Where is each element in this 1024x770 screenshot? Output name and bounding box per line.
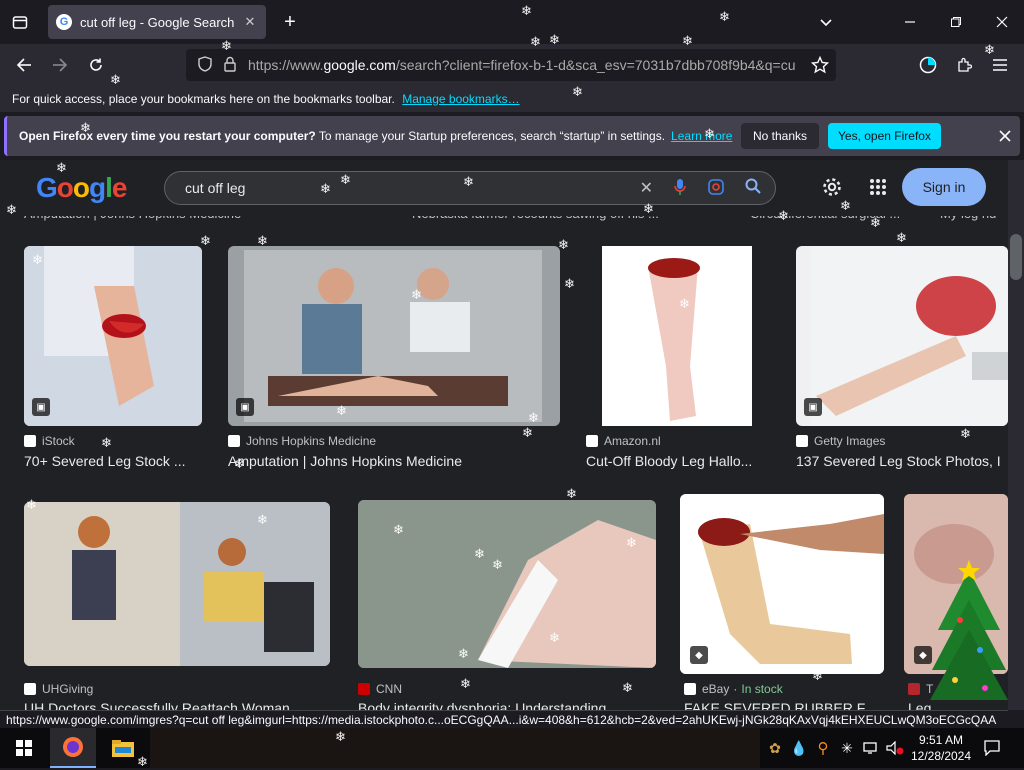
result-image-2[interactable]: ▣ [228,246,560,426]
settings-gear-icon[interactable] [818,173,846,201]
search-tray-icon[interactable]: ⚲ [812,728,834,768]
bookmarks-toolbar: For quick access, place your bookmarks h… [0,86,1024,112]
search-icon[interactable] [745,178,761,201]
tab-title: cut off leg - Google Search [80,14,235,30]
google-results-page: Amputation | Johns Hopkins Medicine Nebr… [0,160,1008,710]
learn-more-link[interactable]: Learn more [671,129,732,143]
close-tab-icon[interactable]: ✕ [242,14,258,30]
voice-search-icon[interactable] [673,178,687,201]
result-favicon-icon [908,683,920,695]
minimize-icon[interactable] [896,8,924,36]
uhgiving-favicon-icon [24,683,36,695]
bookmark-star-icon[interactable] [806,51,834,79]
clear-search-icon[interactable]: ✕ [640,178,653,201]
lens-search-icon[interactable] [707,178,725,201]
search-query: cut off leg [185,180,246,196]
network-icon[interactable] [860,728,882,768]
status-url-overlay: https://www.google.com/imgres?q=cut off … [0,710,1008,728]
result-title-7[interactable]: FAKE SEVERED RUBBER F... [684,700,884,710]
close-window-icon[interactable] [988,8,1016,36]
extensions-icon[interactable] [950,51,978,79]
file-explorer-icon[interactable] [100,728,146,768]
result-image-6[interactable] [358,500,656,668]
sign-in-button[interactable]: Sign in [902,168,986,206]
image-badge-icon: ▣ [236,398,254,416]
start-windows-icon[interactable] [0,728,48,768]
list-tabs-icon[interactable] [812,8,840,36]
result-title-3[interactable]: Cut-Off Bloody Leg Hallo... [586,453,766,469]
brightness-icon[interactable]: ✳ [836,728,858,768]
firefox-view-icon[interactable] [914,51,942,79]
yes-open-firefox-button[interactable]: Yes, open Firefox [828,123,941,149]
system-clock[interactable]: 9:51 AM 12/28/2024 [908,732,974,764]
ebay-favicon-icon [684,683,696,695]
taskbar-empty-area [150,728,760,768]
apps-grid-icon[interactable] [864,173,892,201]
water-drop-icon[interactable]: 💧 [788,728,810,768]
google-header: Google cut off leg ✕ Sign in [0,160,1008,216]
result-image-7[interactable]: ◆ [680,494,884,674]
no-thanks-button[interactable]: No thanks [741,123,819,149]
tab-overview-icon[interactable] [6,8,34,36]
result-source-7: eBay · In stock [684,682,783,696]
bookmarks-hint: For quick access, place your bookmarks h… [12,92,395,106]
result-image-4[interactable]: ▣ [796,246,1008,426]
menu-icon[interactable] [986,51,1014,79]
reload-icon[interactable] [82,51,110,79]
notification-message: Open Firefox every time you restart your… [19,129,666,143]
default-browser-notification: Open Firefox every time you restart your… [4,116,1020,156]
shield-icon[interactable] [198,55,212,75]
tab-strip: G cut off leg - Google Search ✕ + [0,0,1024,44]
restore-icon[interactable] [942,8,970,36]
tab-active[interactable]: G cut off leg - Google Search ✕ [48,5,266,39]
search-input[interactable]: cut off leg ✕ [164,171,776,205]
close-notification-icon[interactable] [991,122,1019,150]
forward-icon[interactable] [46,51,74,79]
google-favicon-icon: G [56,14,72,30]
result-title-4[interactable]: 137 Severed Leg Stock Photos, I [796,453,1008,469]
result-title-2[interactable]: Amputation | Johns Hopkins Medicine [228,453,558,469]
cnn-favicon-icon [358,683,370,695]
new-tab-icon[interactable]: + [276,8,304,36]
volume-muted-icon[interactable] [884,728,906,768]
shopping-tag-icon: ◆ [690,646,708,664]
in-stock-label: In stock [741,682,783,696]
notification-center-icon[interactable] [980,728,1004,768]
result-title-6[interactable]: Body integrity dysphoria: Understanding … [358,700,656,710]
result-image-5[interactable] [24,502,330,666]
image-badge-icon: ▣ [804,398,822,416]
back-icon[interactable] [10,51,38,79]
navigation-bar: https://www.google.com/search?client=fir… [0,44,1024,86]
result-image-1[interactable]: ▣ [24,246,202,426]
app-tray-icon[interactable]: ✿ [764,728,786,768]
getty-favicon-icon [796,435,808,447]
result-source-6: CNN [358,682,402,696]
url-text: https://www.google.com/search?client=fir… [248,57,796,73]
jhm-favicon-icon [228,435,240,447]
firefox-taskbar-icon[interactable] [50,728,96,768]
result-source-4: Getty Images [796,434,885,448]
scrollbar-thumb[interactable] [1010,234,1022,280]
result-title-5[interactable]: UH Doctors Successfully Reattach Woman .… [24,700,330,710]
lock-icon[interactable] [224,56,236,75]
result-source-5: UHGiving [24,682,93,696]
istock-favicon-icon [24,435,36,447]
result-source-2: Johns Hopkins Medicine [228,434,376,448]
clock-time: 9:51 AM [918,733,964,747]
url-bar[interactable]: https://www.google.com/search?client=fir… [186,49,836,81]
image-badge-icon: ▣ [32,398,50,416]
windows-taskbar: ✿ 💧 ⚲ ✳ 9:51 AM 12/28/2024 [0,728,1024,768]
amazon-favicon-icon [586,435,598,447]
result-source-1: iStock [24,434,75,448]
christmas-tree-icon [930,560,1008,700]
clock-date: 12/28/2024 [910,749,972,763]
result-title-1[interactable]: 70+ Severed Leg Stock ... [24,453,200,469]
google-logo[interactable]: Google [36,172,127,204]
manage-bookmarks-link[interactable]: Manage bookmarks… [402,92,519,106]
result-image-3[interactable] [586,246,766,426]
result-source-3: Amazon.nl [586,434,661,448]
